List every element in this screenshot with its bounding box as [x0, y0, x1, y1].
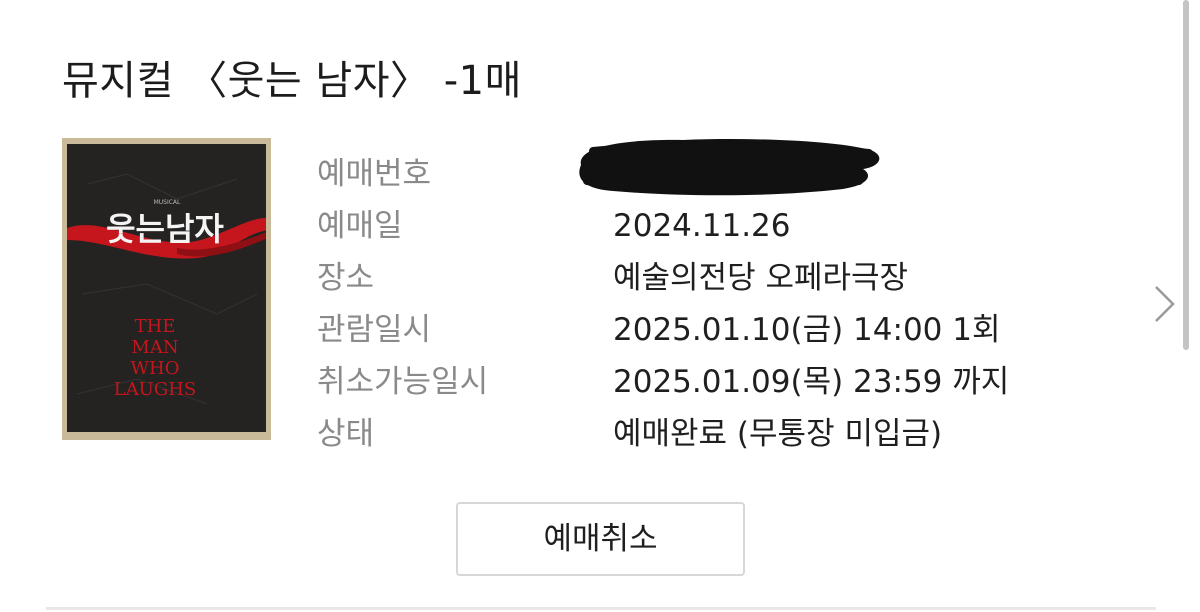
- show-poster: MUSICAL 웃는남자 THE MAN WHO LAUGHS: [62, 138, 271, 440]
- value-booking-date: 2024.11.26: [613, 208, 791, 244]
- poster-english-line-4: LAUGHS: [114, 379, 197, 400]
- cancel-booking-button[interactable]: 예매취소: [456, 502, 745, 576]
- poster-english-line-2: MAN: [131, 337, 178, 358]
- chevron-right-icon[interactable]: [1150, 284, 1178, 324]
- label-cancel-deadline: 취소가능일시: [317, 364, 489, 400]
- redaction-mark: [579, 139, 880, 196]
- poster-caption: MUSICAL: [154, 199, 181, 206]
- poster-english-line-3: WHO: [131, 358, 180, 379]
- label-show-datetime: 관람일시: [317, 312, 432, 348]
- label-venue: 장소: [317, 260, 375, 296]
- value-cancel-deadline: 2025.01.09(목) 23:59 까지: [613, 364, 1010, 400]
- divider: [46, 607, 1156, 610]
- booking-detail-page: 뮤지컬 〈웃는 남자〉 -1매 MUSICAL 웃는남자 THE MAN WHO…: [0, 0, 1200, 612]
- page-title: 뮤지컬 〈웃는 남자〉 -1매: [62, 58, 522, 104]
- detail-labels: 예매번호 예매일 장소 관람일시 취소가능일시 상태: [317, 148, 488, 460]
- scrollbar[interactable]: [1183, 0, 1189, 350]
- label-status: 상태: [317, 416, 375, 452]
- poster-korean-title: 웃는남자: [106, 210, 224, 248]
- value-status: 예매완료 (무통장 미입금): [613, 416, 943, 452]
- value-show-datetime: 2025.01.10(금) 14:00 1회: [613, 312, 1001, 348]
- poster-image: MUSICAL 웃는남자 THE MAN WHO LAUGHS: [67, 144, 266, 432]
- label-booking-number: 예매번호: [317, 156, 432, 192]
- value-venue: 예술의전당 오페라극장: [613, 260, 909, 296]
- label-booking-date: 예매일: [317, 208, 403, 244]
- poster-english-line-1: THE: [135, 316, 176, 337]
